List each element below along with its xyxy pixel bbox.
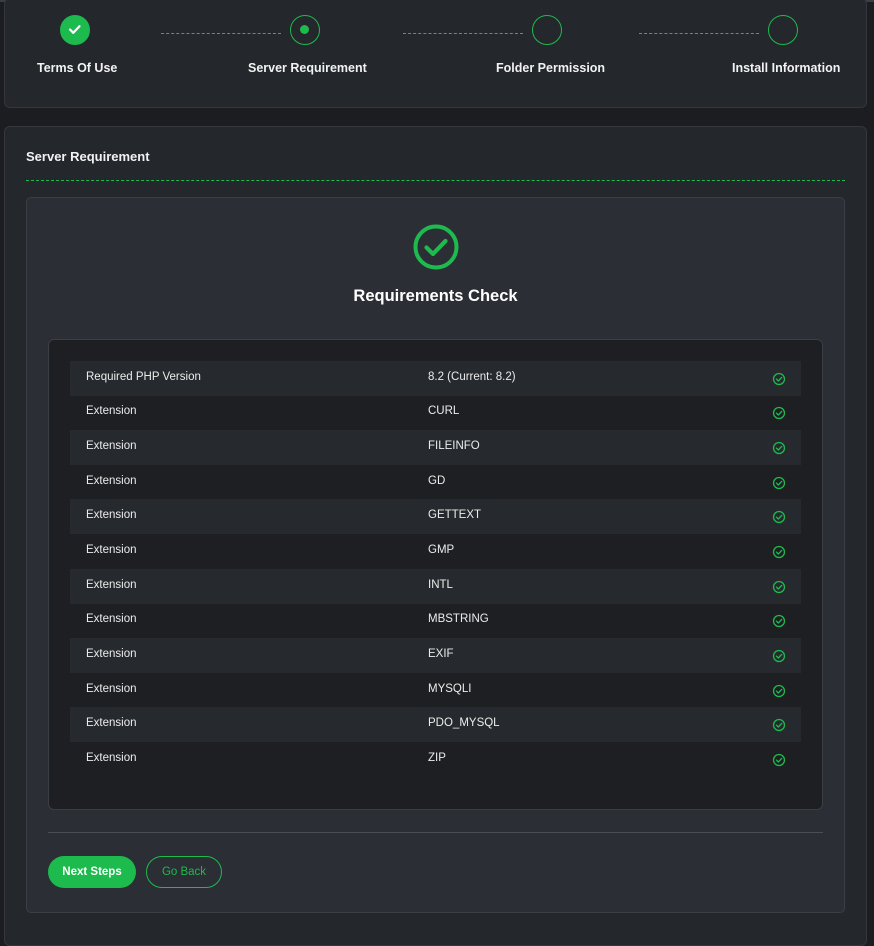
footer-divider bbox=[48, 832, 823, 833]
check-circle-icon bbox=[772, 649, 786, 663]
server-requirement-card: Server Requirement Requirements Check Re… bbox=[4, 126, 867, 946]
step-label: Folder Permission bbox=[496, 61, 606, 75]
check-circle-icon bbox=[772, 753, 786, 767]
step-label: Terms Of Use bbox=[37, 61, 118, 75]
requirement-name: Extension bbox=[86, 509, 137, 521]
check-circle-icon bbox=[772, 545, 786, 559]
step-label: Server Requirement bbox=[248, 61, 367, 75]
requirement-name: Extension bbox=[86, 579, 137, 591]
table-row: Extension ZIP bbox=[70, 742, 801, 777]
check-circle-icon bbox=[772, 510, 786, 524]
requirement-value: GMP bbox=[428, 544, 455, 556]
table-row: Extension FILEINFO bbox=[70, 430, 801, 465]
step-connector bbox=[161, 33, 281, 34]
requirements-heading: Requirements Check bbox=[353, 287, 518, 305]
step-connector bbox=[639, 33, 759, 34]
table-row: Extension GMP bbox=[70, 534, 801, 569]
requirements-panel: Requirements Check Required PHP Version 8… bbox=[26, 197, 845, 913]
requirement-value: PDO_MYSQL bbox=[428, 717, 500, 729]
check-circle-icon bbox=[772, 441, 786, 455]
requirement-value: MBSTRING bbox=[428, 613, 489, 625]
table-row: Extension CURL bbox=[70, 395, 801, 430]
step-connector bbox=[403, 33, 523, 34]
table-row: Extension GD bbox=[70, 465, 801, 500]
step-current-circle bbox=[290, 15, 320, 45]
check-circle-icon bbox=[772, 718, 786, 732]
table-row: Extension EXIF bbox=[70, 638, 801, 673]
requirement-value: GD bbox=[428, 475, 446, 487]
table-row: Extension MBSTRING bbox=[70, 603, 801, 638]
table-row: Required PHP Version 8.2 (Current: 8.2) bbox=[70, 361, 801, 396]
requirement-value: CURL bbox=[428, 405, 460, 417]
section-divider bbox=[26, 180, 845, 181]
requirement-value: 8.2 (Current: 8.2) bbox=[428, 371, 516, 383]
requirement-name: Required PHP Version bbox=[86, 371, 201, 383]
requirement-value: ZIP bbox=[428, 752, 446, 764]
check-circle-icon bbox=[772, 614, 786, 628]
requirement-value: GETTEXT bbox=[428, 509, 482, 521]
requirement-name: Extension bbox=[86, 717, 137, 729]
check-circle-icon bbox=[772, 372, 786, 386]
go-back-button[interactable]: Go Back bbox=[146, 856, 222, 888]
next-steps-button[interactable]: Next Steps bbox=[48, 856, 136, 888]
requirement-name: Extension bbox=[86, 648, 137, 660]
table-row: Extension GETTEXT bbox=[70, 499, 801, 534]
requirements-table: Required PHP Version 8.2 (Current: 8.2) Ex… bbox=[48, 339, 823, 810]
requirement-value: MYSQLI bbox=[428, 683, 472, 695]
check-circle-icon bbox=[772, 406, 786, 420]
requirement-value: INTL bbox=[428, 579, 453, 591]
step-label: Install Information bbox=[732, 61, 841, 75]
requirement-name: Extension bbox=[86, 405, 137, 417]
check-icon bbox=[68, 25, 81, 34]
table-row: Extension INTL bbox=[70, 569, 801, 604]
requirement-value: FILEINFO bbox=[428, 440, 480, 452]
check-circle-icon bbox=[413, 224, 459, 270]
section-title: Server Requirement bbox=[26, 149, 150, 164]
dot-icon bbox=[300, 25, 309, 34]
table-row: Extension PDO_MYSQL bbox=[70, 707, 801, 742]
requirement-name: Extension bbox=[86, 613, 137, 625]
requirement-value: EXIF bbox=[428, 648, 454, 660]
requirement-name: Extension bbox=[86, 440, 137, 452]
step-done-circle bbox=[60, 15, 90, 45]
check-circle-icon bbox=[772, 476, 786, 490]
installer-stepper: Terms Of Use Server Requirement Folder P… bbox=[4, 0, 867, 108]
step-pending-circle bbox=[768, 15, 798, 45]
requirement-name: Extension bbox=[86, 752, 137, 764]
requirement-name: Extension bbox=[86, 544, 137, 556]
requirement-name: Extension bbox=[86, 683, 137, 695]
step-pending-circle bbox=[532, 15, 562, 45]
requirement-name: Extension bbox=[86, 475, 137, 487]
check-circle-icon bbox=[772, 580, 786, 594]
table-row: Extension MYSQLI bbox=[70, 673, 801, 708]
check-circle-icon bbox=[772, 684, 786, 698]
